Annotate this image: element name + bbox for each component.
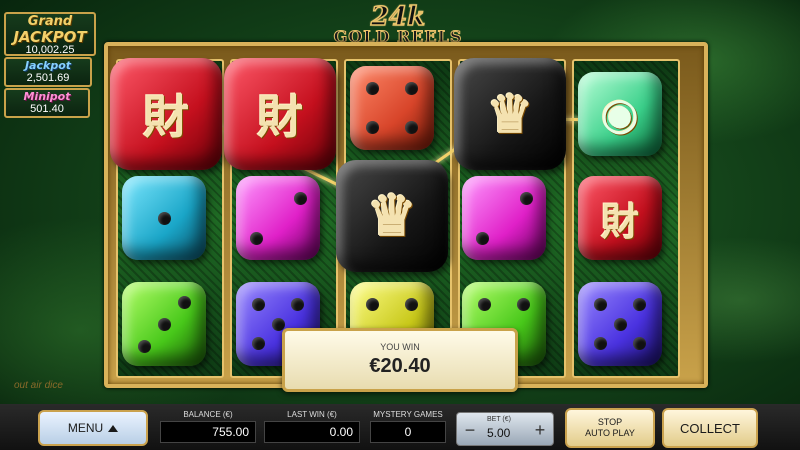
you-win-value: €20.40 <box>369 355 431 377</box>
die-fortune-red: 財 <box>224 58 336 170</box>
bet-value: 5.00 <box>487 426 511 440</box>
menu-label: MENU <box>67 421 104 435</box>
pip <box>252 298 265 311</box>
coin-symbol-icon: ◉ <box>600 88 640 140</box>
pip <box>520 192 533 205</box>
fortune-symbol-icon: 財 <box>143 90 189 144</box>
minipot-name: Minipot <box>23 90 71 103</box>
mystery-games-label: MYSTERY GAMES <box>373 410 443 419</box>
fortune-symbol-icon: 財 <box>257 90 303 144</box>
grand-jackpot-panel: Grand JACKPOT 10,002.25 <box>4 12 96 56</box>
logo-24k: 24k <box>370 2 426 32</box>
pip <box>405 298 418 311</box>
caret-up-icon <box>108 424 119 432</box>
pip <box>405 82 418 95</box>
last-win-label: LAST WIN (€) <box>287 410 337 419</box>
pip <box>178 296 191 309</box>
game-logo: 24k GOLD REELS <box>300 2 496 46</box>
balance-label: BALANCE (€) <box>183 410 233 419</box>
pip <box>594 337 607 350</box>
pip <box>366 82 379 95</box>
pip <box>405 121 418 134</box>
you-win-panel: YOU WIN €20.40 <box>282 328 518 392</box>
die-two-pink <box>462 176 546 260</box>
pip <box>517 298 530 311</box>
die-one-teal <box>122 176 206 260</box>
pip <box>633 298 646 311</box>
pip <box>138 340 151 353</box>
collect-button[interactable]: COLLECT <box>662 408 758 448</box>
die-two-pink <box>236 176 320 260</box>
pip <box>250 232 263 245</box>
stop-autoplay-button[interactable]: STOP AUTO PLAY <box>565 408 655 448</box>
die-three-green <box>122 282 206 366</box>
balance-value: 755.00 <box>160 421 256 443</box>
die-coin-mint: ◉ <box>578 72 662 156</box>
jackpot-panel: Jackpot 2,501.69 <box>4 57 92 87</box>
die-fortune-red: 財 <box>578 176 662 260</box>
autoplay-label: AUTO PLAY <box>585 428 635 438</box>
pip <box>366 298 379 311</box>
fortune-symbol-icon: 財 <box>600 198 639 244</box>
last-win-value: 0.00 <box>264 421 360 443</box>
jester-hat-icon: ♛ <box>366 183 418 249</box>
you-win-label: YOU WIN <box>380 342 420 352</box>
jackpot-value: 2,501.69 <box>26 72 70 84</box>
bet-label: BET (€) <box>487 416 511 423</box>
mystery-games-value: 0 <box>370 421 446 443</box>
die-fortune-red: 財 <box>110 58 222 170</box>
pip <box>594 298 607 311</box>
bet-stepper: − BET (€) 5.00 + <box>456 412 554 446</box>
pip <box>158 212 171 225</box>
pip <box>366 121 379 134</box>
pip <box>614 318 627 331</box>
pip <box>158 318 171 331</box>
pip <box>252 337 265 350</box>
bet-decrease-button[interactable]: − <box>461 419 479 441</box>
pip <box>633 337 646 350</box>
grand-jackpot-name-2: JACKPOT <box>13 28 87 46</box>
pip <box>476 232 489 245</box>
menu-button[interactable]: MENU <box>38 410 148 446</box>
minipot-value: 501.40 <box>30 103 64 115</box>
die-jester-black: ♛ <box>336 160 448 272</box>
pip <box>291 298 304 311</box>
jester-hat-icon: ♛ <box>486 83 534 145</box>
die-jester-black: ♛ <box>454 58 566 170</box>
die-five-blue <box>578 282 662 366</box>
pip <box>478 298 491 311</box>
pip <box>294 192 307 205</box>
minipot-panel: Minipot 501.40 <box>4 88 90 118</box>
stop-label: STOP <box>597 417 623 427</box>
die-four-orange <box>350 66 434 150</box>
side-caption: out air dice <box>14 380 63 391</box>
bet-increase-button[interactable]: + <box>531 419 549 441</box>
jackpot-name: Jackpot <box>24 59 72 72</box>
grand-jackpot-name-1: Grand <box>27 14 73 29</box>
